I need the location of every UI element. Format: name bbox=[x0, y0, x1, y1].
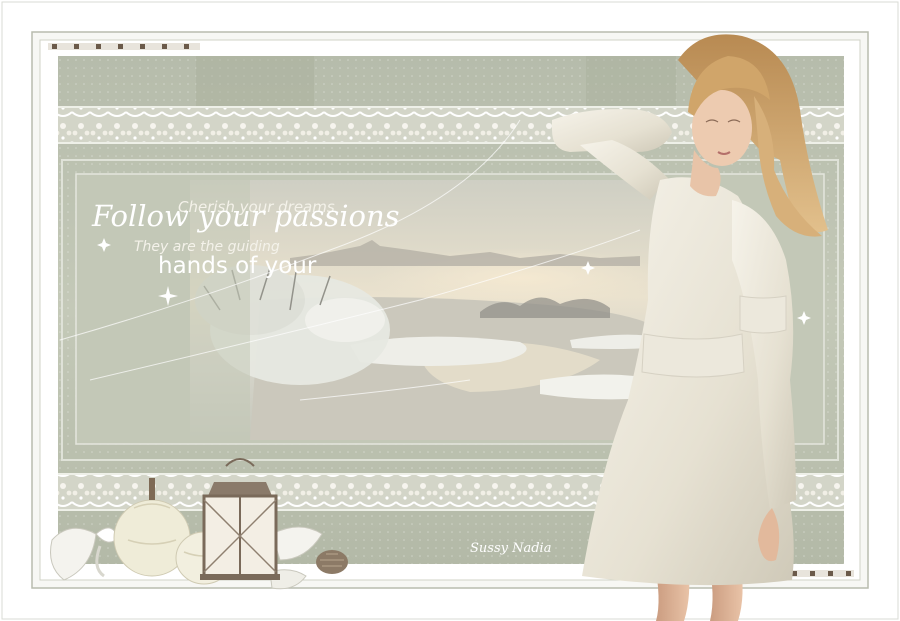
decorative-dot-row-top bbox=[48, 43, 200, 50]
pinecone-icon bbox=[316, 550, 348, 574]
quote-line-4: hands of your bbox=[158, 253, 317, 279]
quote-line-2: Follow your passions bbox=[91, 199, 400, 233]
tag-artwork: Cherish your dreams Follow your passions… bbox=[0, 0, 900, 621]
artist-signature: Sussy Nadia bbox=[470, 541, 551, 556]
artwork-canvas: Cherish your dreams Follow your passions… bbox=[0, 0, 900, 621]
